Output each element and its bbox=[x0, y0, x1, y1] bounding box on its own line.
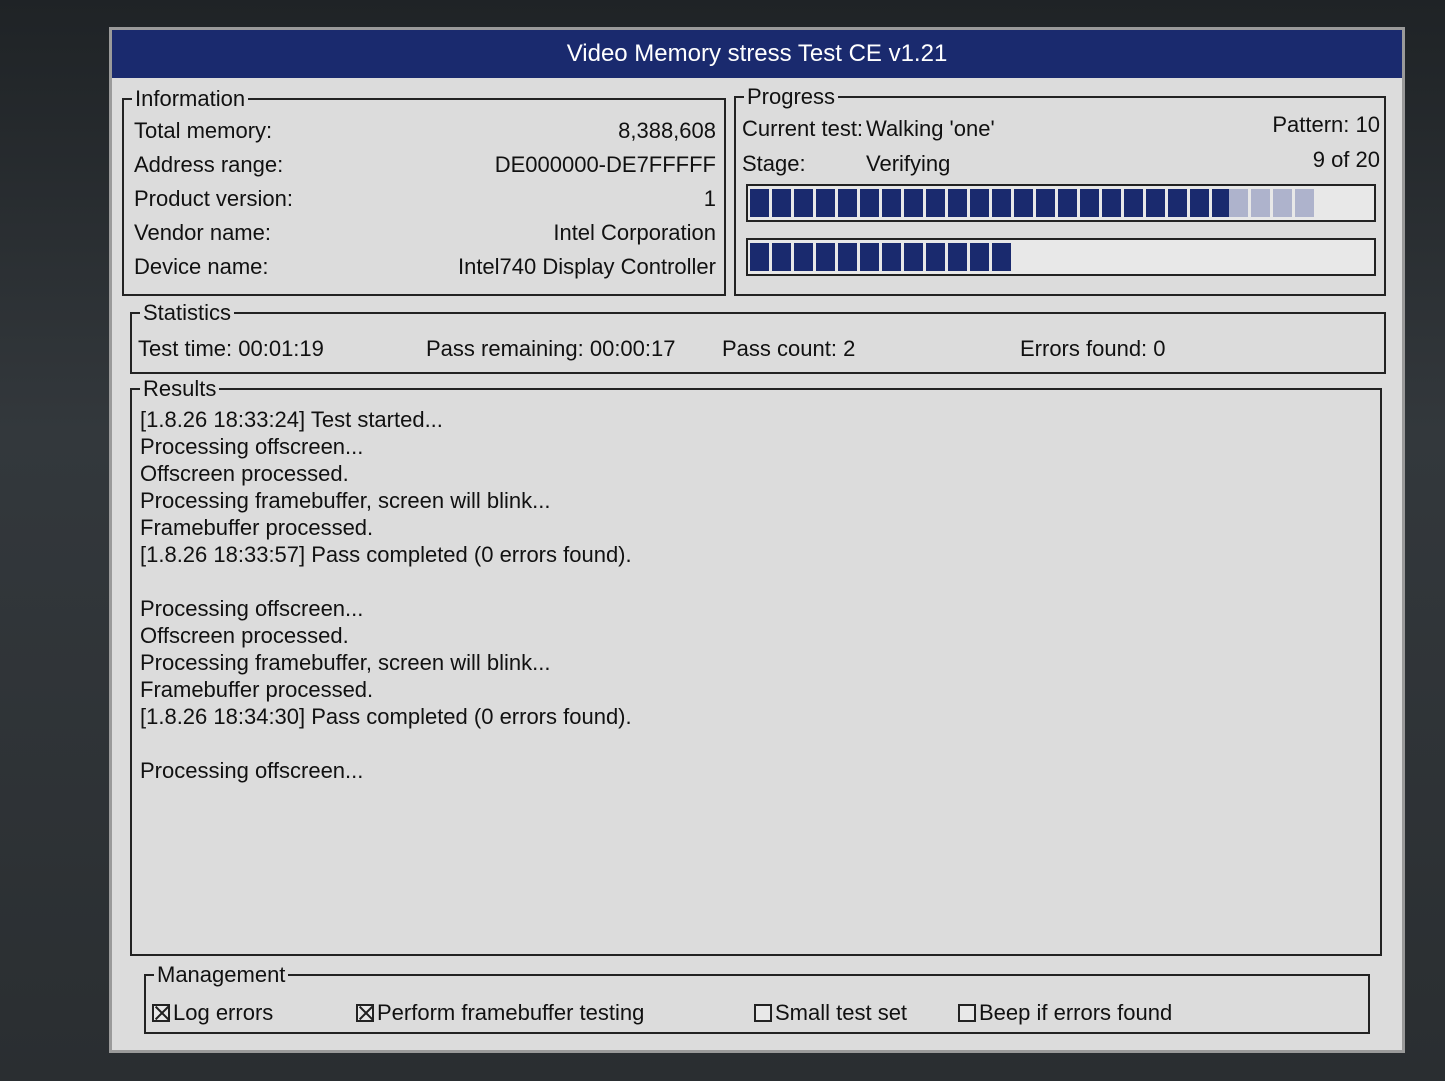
log-errors-checkbox[interactable]: Log errors bbox=[152, 1000, 273, 1026]
checkbox-label: Beep if errors found bbox=[979, 1000, 1173, 1025]
log-line: Processing offscreen... bbox=[140, 596, 364, 621]
info-row-total-memory: Total memory: 8,388,608 bbox=[134, 114, 716, 148]
small-test-set-checkbox[interactable]: Small test set bbox=[754, 1000, 907, 1026]
info-row-device-name: Device name: Intel740 Display Controller bbox=[134, 250, 716, 284]
log-line: [1.8.26 18:33:57] Pass completed (0 erro… bbox=[140, 542, 632, 567]
current-test-value: Walking 'one' bbox=[866, 116, 995, 141]
log-line: Processing framebuffer, screen will blin… bbox=[140, 650, 551, 675]
statistics-label: Statistics bbox=[140, 300, 235, 326]
stage-value: Verifying bbox=[866, 151, 951, 176]
log-line: Framebuffer processed. bbox=[140, 515, 374, 540]
beep-if-errors-checkbox[interactable]: Beep if errors found bbox=[958, 1000, 1172, 1026]
pattern-progress-fill bbox=[750, 189, 1229, 217]
log-line: Processing framebuffer, screen will blin… bbox=[140, 488, 551, 513]
checkbox-box[interactable] bbox=[754, 1004, 772, 1022]
checkbox-label: Small test set bbox=[775, 1000, 908, 1025]
management-label: Management bbox=[154, 962, 289, 988]
log-line: Offscreen processed. bbox=[140, 623, 349, 648]
test-time: Test time: 00:01:19 bbox=[138, 336, 324, 361]
overall-progress-bar bbox=[746, 238, 1376, 276]
log-line: Processing offscreen... bbox=[140, 434, 364, 459]
statistics-group: Statistics Test time: 00:01:19 Pass rema… bbox=[130, 300, 1386, 374]
info-value: Intel Corporation bbox=[553, 220, 716, 245]
info-value: 1 bbox=[703, 186, 716, 211]
app-window: Video Memory stress Test CE v1.21 Inform… bbox=[112, 30, 1402, 1050]
checkbox-box[interactable] bbox=[152, 1004, 170, 1022]
results-group: Results [1.8.26 18:33:24] Test started..… bbox=[130, 376, 1382, 956]
info-value: DE000000-DE7FFFFF bbox=[494, 152, 716, 177]
info-key: Address range: bbox=[134, 152, 284, 177]
results-log[interactable]: [1.8.26 18:33:24] Test started... Proces… bbox=[132, 406, 1380, 954]
pattern-progress-bar bbox=[746, 184, 1376, 222]
information-label: Information bbox=[132, 86, 249, 112]
info-key: Product version: bbox=[134, 186, 293, 211]
info-row-vendor-name: Vendor name: Intel Corporation bbox=[134, 216, 716, 250]
window-title: Video Memory stress Test CE v1.21 bbox=[566, 40, 948, 67]
info-key: Device name: bbox=[134, 254, 269, 279]
info-key: Total memory: bbox=[134, 118, 273, 143]
pass-count: Pass count: 2 bbox=[722, 336, 856, 361]
info-row-address-range: Address range: DE000000-DE7FFFFF bbox=[134, 148, 716, 182]
log-line: Processing offscreen... bbox=[140, 758, 364, 783]
checkbox-box[interactable] bbox=[958, 1004, 976, 1022]
title-bar: Video Memory stress Test CE v1.21 bbox=[112, 30, 1402, 78]
info-value: Intel740 Display Controller bbox=[457, 254, 716, 279]
pattern-progress-ghost bbox=[1229, 189, 1316, 217]
info-value: 8,388,608 bbox=[618, 118, 716, 143]
checkbox-label: Log errors bbox=[173, 1000, 274, 1025]
pattern-number: Pattern: 10 bbox=[1272, 112, 1380, 137]
log-line: Offscreen processed. bbox=[140, 461, 349, 486]
checkbox-box[interactable] bbox=[356, 1004, 374, 1022]
overall-progress-fill bbox=[750, 243, 1011, 271]
pass-remaining: Pass remaining: 00:00:17 bbox=[426, 336, 676, 361]
current-test-label: Current test: bbox=[742, 116, 864, 141]
checkbox-label: Perform framebuffer testing bbox=[377, 1000, 645, 1025]
log-line: [1.8.26 18:34:30] Pass completed (0 erro… bbox=[140, 704, 632, 729]
log-line: Framebuffer processed. bbox=[140, 677, 374, 702]
info-row-product-version: Product version: 1 bbox=[134, 182, 716, 216]
errors-found: Errors found: 0 bbox=[1020, 336, 1166, 361]
information-group: Information Total memory: 8,388,608 Addr… bbox=[122, 86, 726, 296]
stage-label: Stage: bbox=[742, 151, 806, 176]
management-group: Management Log errors Perform framebuffe… bbox=[144, 962, 1370, 1034]
progress-label: Progress bbox=[744, 84, 839, 110]
results-label: Results bbox=[140, 376, 220, 402]
log-line: [1.8.26 18:33:24] Test started... bbox=[140, 407, 443, 432]
framebuffer-testing-checkbox[interactable]: Perform framebuffer testing bbox=[356, 1000, 644, 1026]
info-key: Vendor name: bbox=[134, 220, 271, 245]
stage-count: 9 of 20 bbox=[1312, 147, 1380, 172]
progress-group: Progress Current test: Walking 'one' Pat… bbox=[734, 84, 1386, 296]
